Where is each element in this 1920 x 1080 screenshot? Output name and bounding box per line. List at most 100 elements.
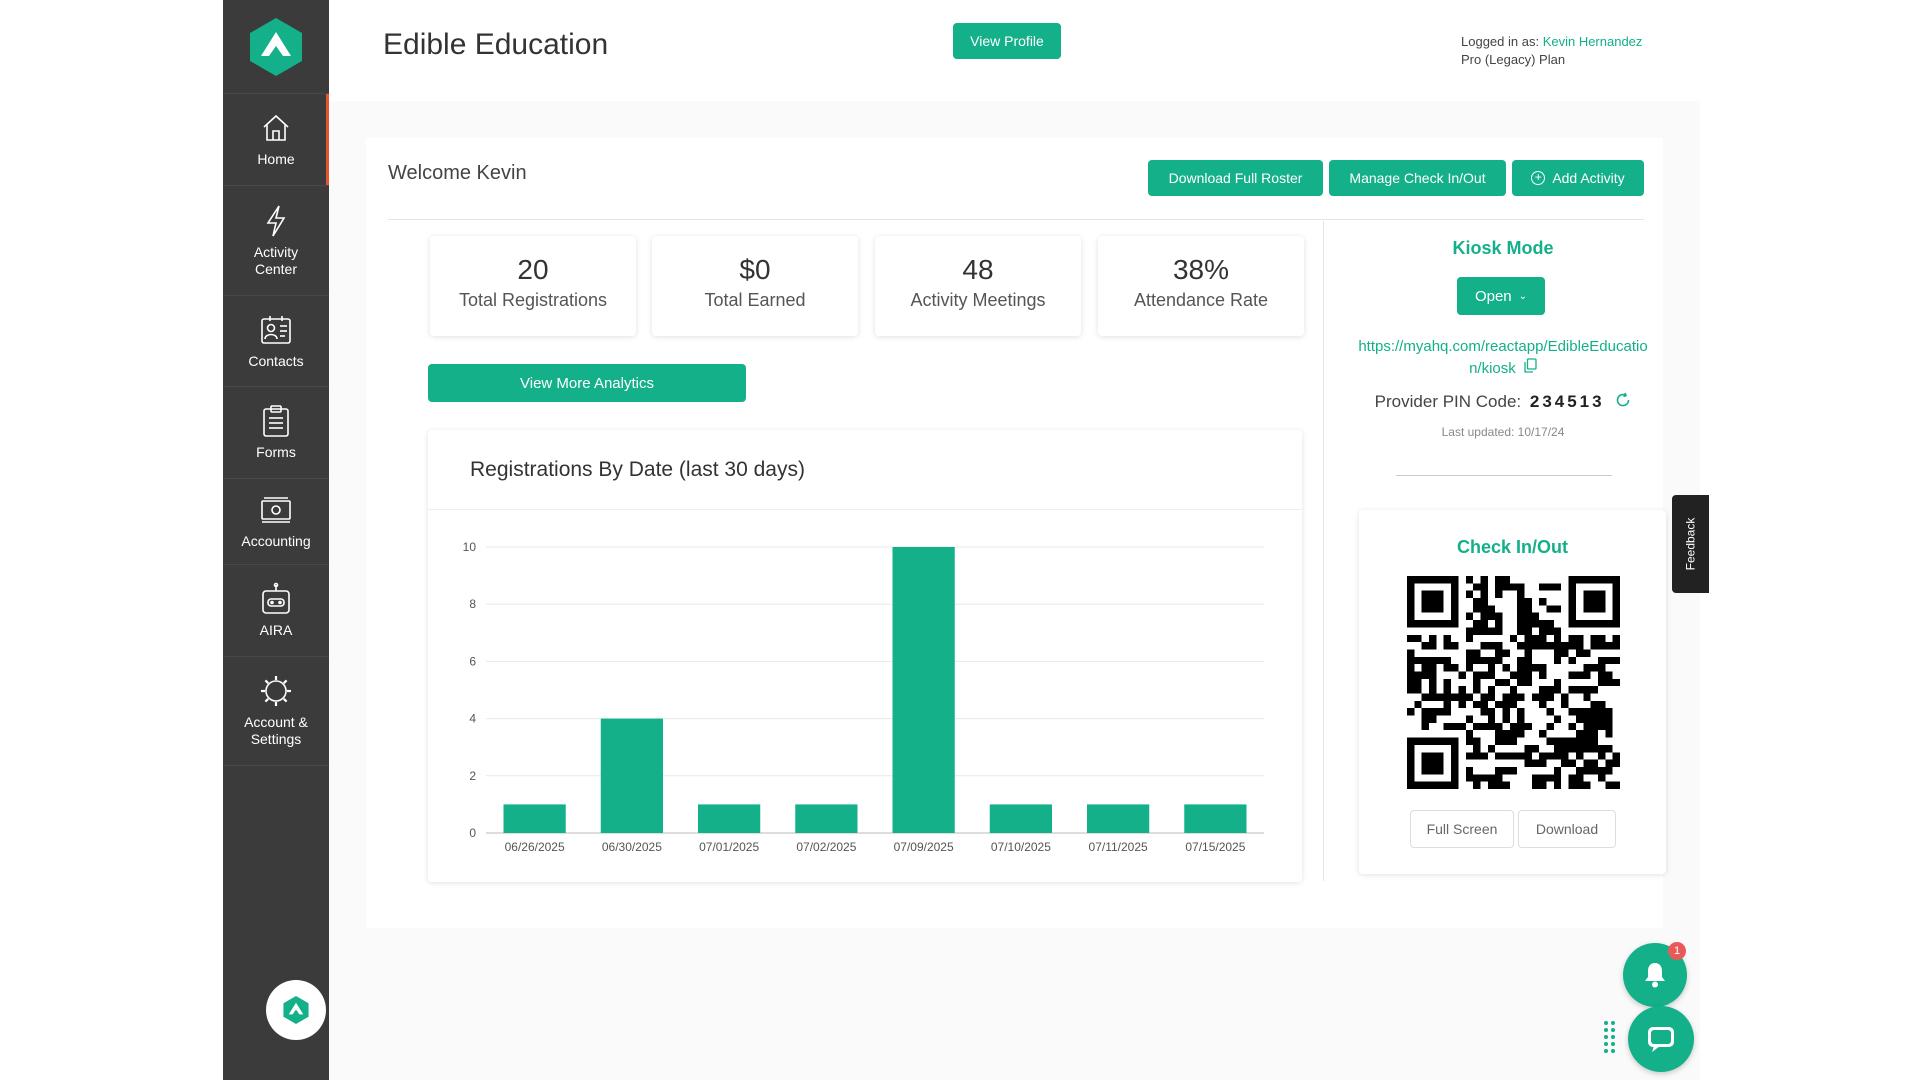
stat-label: Activity Meetings (910, 290, 1046, 310)
contacts-icon (259, 313, 293, 347)
bar (698, 804, 761, 833)
plus-circle-icon: + (1531, 171, 1546, 185)
sidebar-item-activity-center[interactable]: Activity Center (223, 185, 329, 295)
stat-card-registrations: 20 Total Registrations (430, 236, 636, 336)
x-tick-label: 07/15/2025 (1185, 840, 1245, 854)
kiosk-url: https://myahq.com/reactapp/EdibleEducati… (1357, 336, 1649, 380)
view-profile-button[interactable]: View Profile (953, 23, 1061, 59)
manage-checkin-button[interactable]: Manage Check In/Out (1329, 160, 1506, 196)
sidebar-item-forms[interactable]: Forms (223, 386, 329, 478)
chat-button[interactable] (1628, 1006, 1694, 1072)
robot-icon (259, 582, 293, 616)
kiosk-url-link[interactable]: https://myahq.com/reactapp/EdibleEducati… (1358, 338, 1647, 377)
copy-icon[interactable] (1524, 358, 1537, 380)
assistant-launcher[interactable] (266, 980, 326, 1040)
add-activity-button[interactable]: + Add Activity (1512, 160, 1644, 196)
last-updated: Last updated: 10/17/24 (1441, 425, 1565, 439)
sidebar-item-account-settings[interactable]: Account & Settings (223, 656, 329, 766)
sidebar-item-home[interactable]: Home (223, 93, 329, 185)
x-tick-label: 06/26/2025 (505, 840, 565, 854)
sidebar-item-label: Forms (256, 444, 296, 460)
checkin-title: Check In/Out (1456, 537, 1568, 557)
bar-chart: 0 2 4 6 8 10 06/26/2025 06/30/2025 07/01/2025 07/… (463, 540, 1264, 854)
stat-card-attendance: 38% Attendance Rate (1098, 236, 1304, 336)
app-logo[interactable] (223, 0, 329, 93)
sidebar-item-label: AIRA (259, 622, 293, 638)
registrations-chart-card: Registrations By Date (last 30 days) 024… (428, 430, 1302, 882)
x-tick-label: 07/10/2025 (991, 840, 1051, 854)
lightning-icon (259, 204, 293, 238)
kiosk-title: Kiosk Mode (1452, 238, 1554, 258)
stat-value: $0 (739, 254, 771, 285)
y-tick-label: 2 (469, 769, 476, 783)
x-tick-label: 06/30/2025 (602, 840, 662, 854)
bar (503, 804, 566, 833)
logged-in-label: Logged in as: (1461, 34, 1543, 49)
stat-value: 38% (1172, 254, 1230, 285)
stat-value: 48 (962, 254, 994, 285)
checkin-card: Check In/Out Full Screen Download (1359, 510, 1666, 874)
feedback-tab[interactable]: Feedback (1672, 495, 1709, 593)
bar (892, 547, 955, 833)
qr-code-icon (1407, 576, 1620, 789)
x-tick-label: 07/02/2025 (796, 840, 856, 854)
gear-icon (259, 674, 293, 708)
login-info: Logged in as: Kevin Hernandez Pro (Legac… (1461, 33, 1642, 69)
bar (1184, 804, 1247, 833)
notification-badge: 1 (1668, 942, 1686, 960)
sidebar-item-label: Account & Settings (244, 714, 308, 747)
logo-icon (250, 17, 302, 76)
divider (1396, 475, 1612, 476)
download-roster-button[interactable]: Download Full Roster (1148, 160, 1323, 196)
sidebar-item-aira[interactable]: AIRA (223, 564, 329, 656)
kiosk-open-dropdown[interactable]: Open ⌄ (1457, 277, 1545, 315)
sidebar-item-label: Activity Center (253, 243, 299, 277)
logo-icon (283, 996, 309, 1024)
stat-card-meetings: 48 Activity Meetings (875, 236, 1081, 336)
pin-label: Provider PIN Code: (1374, 392, 1522, 411)
drag-handle-icon[interactable] (1603, 1020, 1617, 1056)
vertical-divider (1323, 221, 1324, 881)
y-tick-label: 0 (469, 826, 476, 840)
x-tick-label: 07/01/2025 (699, 840, 759, 854)
user-name-link[interactable]: Kevin Hernandez (1543, 34, 1643, 49)
chevron-down-icon: ⌄ (1518, 290, 1528, 302)
plan-label: Pro (Legacy) Plan (1461, 52, 1566, 67)
chat-bubble-icon (1648, 1027, 1674, 1052)
page-title: Edible Education (383, 28, 609, 61)
stat-card-earned: $0 Total Earned (652, 236, 858, 336)
full-screen-button[interactable]: Full Screen (1410, 810, 1514, 848)
divider (388, 219, 1644, 220)
bar (795, 804, 858, 833)
y-tick-label: 10 (463, 540, 477, 554)
sidebar-item-label: Accounting (241, 533, 311, 549)
provider-pin: Provider PIN Code: 234513 (1363, 392, 1643, 413)
app-root: Home Activity Center Contacts Forms Acco (0, 0, 1920, 1080)
y-tick-label: 4 (469, 712, 476, 726)
welcome-message: Welcome Kevin (388, 162, 527, 184)
money-icon (259, 493, 293, 527)
sidebar: Home Activity Center Contacts Forms Acco (223, 0, 329, 1080)
pin-code: 234513 (1529, 392, 1605, 411)
view-analytics-button[interactable]: View More Analytics (428, 364, 746, 402)
bar (1087, 804, 1150, 833)
sidebar-item-label: Home (257, 151, 295, 167)
stat-label: Attendance Rate (1133, 290, 1269, 310)
add-activity-label: Add Activity (1552, 170, 1625, 186)
stat-label: Total Registrations (458, 290, 608, 310)
x-tick-label: 07/09/2025 (894, 840, 954, 854)
x-tick-label: 07/11/2025 (1089, 840, 1148, 854)
kiosk-open-label: Open (1474, 287, 1512, 305)
y-tick-label: 8 (469, 597, 476, 611)
home-icon (259, 111, 293, 145)
bell-icon (1645, 963, 1665, 988)
stat-value: 20 (517, 254, 549, 285)
clipboard-icon (259, 404, 293, 438)
refresh-icon[interactable] (1615, 392, 1631, 413)
bar (989, 804, 1052, 833)
download-qr-button[interactable]: Download (1518, 810, 1616, 848)
sidebar-item-accounting[interactable]: Accounting (223, 478, 329, 564)
sidebar-item-contacts[interactable]: Contacts (223, 295, 329, 386)
feedback-label: Feedback (1683, 517, 1698, 571)
y-tick-label: 6 (469, 654, 476, 668)
